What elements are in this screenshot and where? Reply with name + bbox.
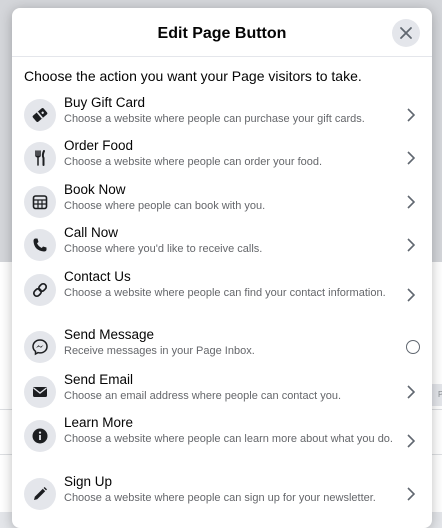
option-radio[interactable] [406, 340, 420, 354]
option-title: Contact Us [64, 269, 131, 284]
option-description: Choose a website where people can find y… [64, 287, 386, 299]
chevron-right-icon [404, 287, 418, 303]
option-title: Order Food [64, 138, 134, 153]
option-learn-more[interactable]: Learn More Choose a website where people… [12, 414, 432, 466]
chevron-right-icon [404, 433, 418, 449]
fork-knife-icon [24, 142, 56, 174]
chevron-right-icon [404, 107, 418, 123]
option-description: Choose a website where people can order … [64, 156, 323, 168]
gift-card-icon [24, 99, 56, 131]
chevron-right-icon [404, 237, 418, 253]
messenger-icon [24, 331, 56, 363]
chevron-right-icon [404, 150, 418, 166]
option-description: Receive messages in your Page Inbox. [64, 345, 255, 357]
info-icon [24, 420, 56, 452]
option-call-now[interactable]: Call Now Choose where you'd like to rece… [12, 224, 432, 264]
option-title: Send Message [64, 327, 155, 342]
envelope-icon [24, 376, 56, 408]
calendar-icon [24, 186, 56, 218]
option-description: Choose a website where people can purcha… [64, 113, 365, 125]
option-send-email[interactable]: Send Email Choose an email address where… [12, 371, 432, 411]
close-button[interactable] [392, 19, 420, 47]
option-title: Send Email [64, 372, 134, 387]
option-buy-gift-card[interactable]: Buy Gift Card Choose a website where peo… [12, 94, 432, 134]
chevron-right-icon [404, 486, 418, 502]
phone-icon [24, 229, 56, 261]
chevron-right-icon [404, 384, 418, 400]
option-description: Choose where you'd like to receive calls… [64, 243, 263, 255]
pencil-icon [24, 478, 56, 510]
option-order-food[interactable]: Order Food Choose a website where people… [12, 137, 432, 177]
option-description: Choose an email address where people can… [64, 390, 342, 402]
option-description: Choose a website where people can learn … [64, 433, 393, 445]
option-title: Buy Gift Card [64, 95, 146, 110]
dialog-title: Edit Page Button [157, 25, 287, 42]
option-title: Sign Up [64, 474, 113, 489]
option-title: Learn More [64, 415, 134, 430]
chevron-right-icon [404, 194, 418, 210]
option-contact-us[interactable]: Contact Us Choose a website where people… [12, 268, 432, 320]
dialog-prompt: Choose the action you want your Page vis… [24, 68, 362, 84]
option-sign-up[interactable]: Sign Up Choose a website where people ca… [12, 473, 432, 513]
option-send-message[interactable]: Send Message Receive messages in your Pa… [12, 326, 432, 366]
close-icon [400, 27, 412, 39]
dialog-header: Edit Page Button [12, 8, 432, 57]
option-title: Call Now [64, 225, 119, 240]
option-book-now[interactable]: Book Now Choose where people can book wi… [12, 181, 432, 221]
link-icon [24, 274, 56, 306]
option-title: Book Now [64, 182, 126, 197]
edit-page-button-dialog: Edit Page Button Choose the action you w… [12, 8, 432, 528]
option-description: Choose a website where people can sign u… [64, 492, 376, 504]
option-description: Choose where people can book with you. [64, 200, 266, 212]
